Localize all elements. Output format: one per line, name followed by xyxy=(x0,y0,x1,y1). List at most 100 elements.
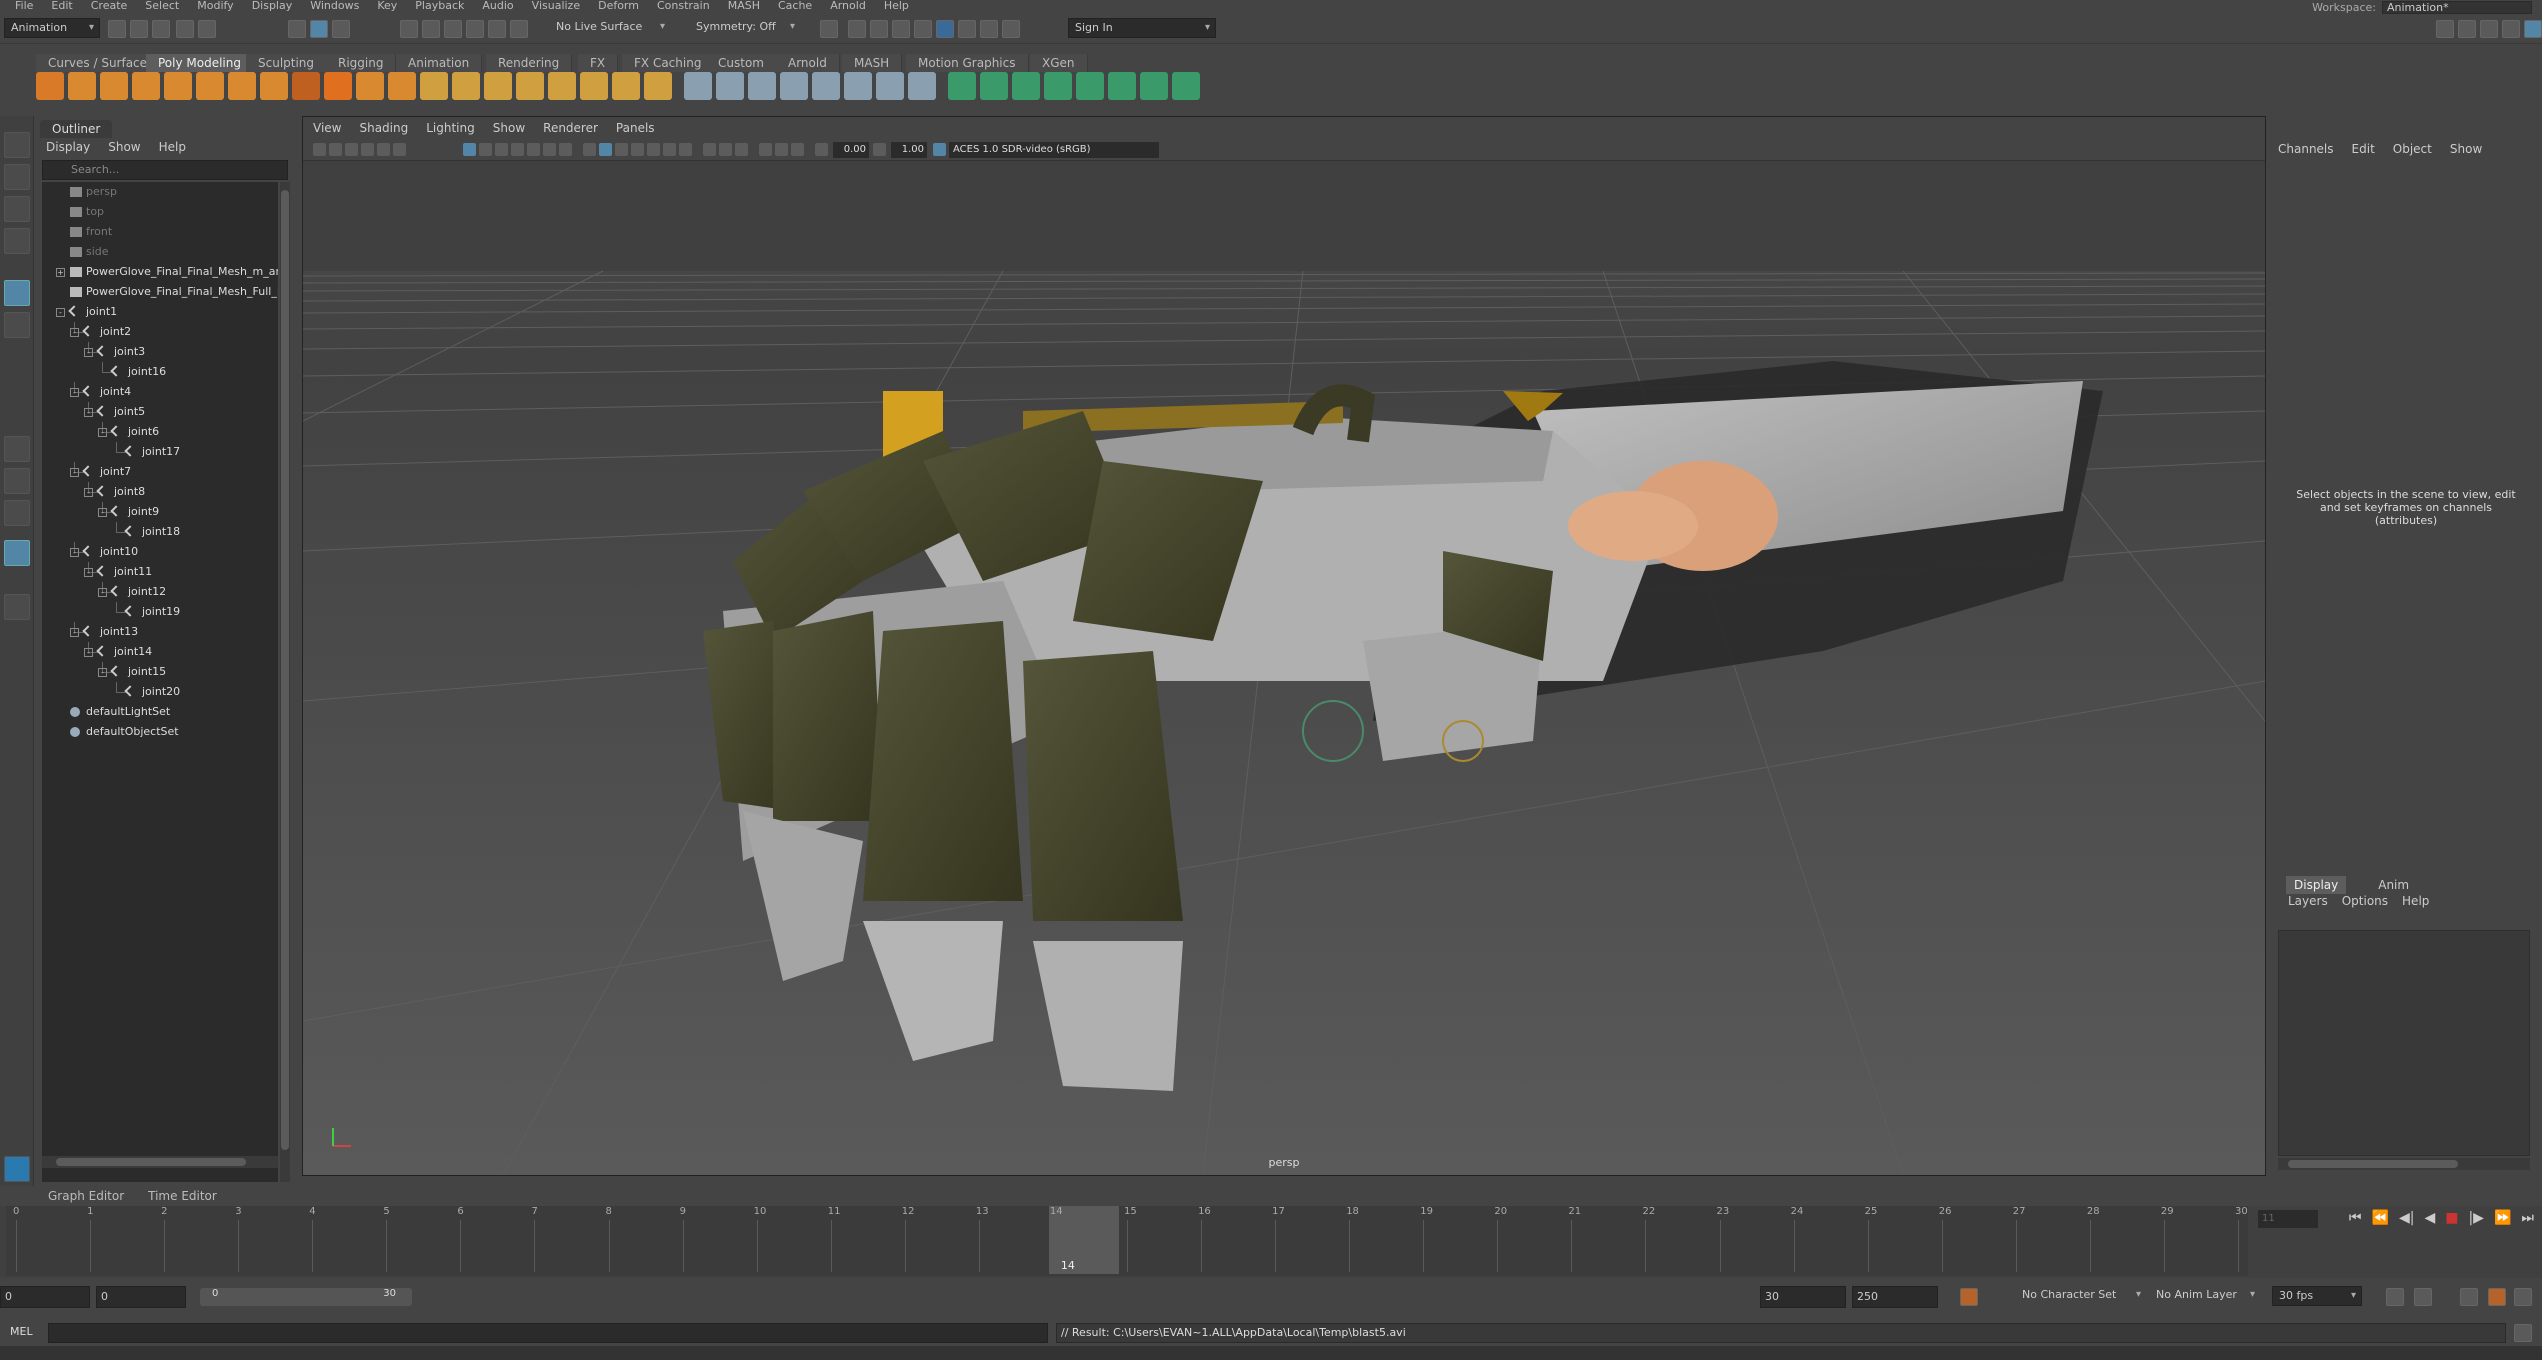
cut-sew-icon[interactable] xyxy=(1172,72,1200,100)
preferences-icon[interactable] xyxy=(2488,1288,2506,1306)
textured-icon[interactable] xyxy=(647,143,660,156)
menu-windows[interactable]: Windows xyxy=(301,0,368,14)
render-setup-icon[interactable] xyxy=(958,20,976,38)
go-to-end-icon[interactable]: ⏭ xyxy=(2521,1210,2534,1226)
outliner-item[interactable]: - joint4 xyxy=(42,382,278,402)
color-management-icon[interactable] xyxy=(933,143,946,156)
outliner-item[interactable]: - joint3 xyxy=(42,342,278,362)
hypershade-icon[interactable] xyxy=(936,20,954,38)
menu-help[interactable]: Help xyxy=(875,0,918,14)
sweep-mesh-icon[interactable] xyxy=(292,72,320,100)
outliner-item[interactable]: - joint7 xyxy=(42,462,278,482)
menuset-dropdown[interactable]: Animation xyxy=(4,18,100,38)
bookmark-icon[interactable] xyxy=(345,143,358,156)
offset-edge-loop-icon[interactable] xyxy=(844,72,872,100)
select-component-icon[interactable] xyxy=(332,20,350,38)
search-icon[interactable] xyxy=(4,594,30,620)
poly-type-icon[interactable] xyxy=(356,72,384,100)
outliner-item[interactable]: top xyxy=(42,202,278,222)
safe-action-icon[interactable] xyxy=(543,143,556,156)
viewport-menu-lighting[interactable]: Lighting xyxy=(426,117,475,139)
smooth-icon[interactable] xyxy=(484,72,512,100)
outliner-item[interactable]: - joint11 xyxy=(42,562,278,582)
expand-toggle-icon[interactable]: - xyxy=(70,328,79,337)
unfold-icon[interactable] xyxy=(1108,72,1136,100)
menu-cache[interactable]: Cache xyxy=(769,0,821,14)
snap-curve-icon[interactable] xyxy=(422,20,440,38)
channel-box-menu-show[interactable]: Show xyxy=(2450,142,2482,156)
expand-toggle-icon[interactable]: - xyxy=(84,348,93,357)
screen-space-ao-icon[interactable] xyxy=(703,143,716,156)
expand-toggle-icon[interactable]: - xyxy=(84,488,93,497)
select-object-icon[interactable] xyxy=(310,20,328,38)
single-pane-layout-icon[interactable] xyxy=(4,436,30,462)
live-surface-field[interactable]: No Live Surface xyxy=(550,18,670,38)
toggle-tool-settings-icon[interactable] xyxy=(2480,20,2498,38)
outliner-tab[interactable]: Outliner xyxy=(40,120,113,138)
expand-toggle-icon[interactable]: - xyxy=(98,428,107,437)
bevel-icon[interactable] xyxy=(580,72,608,100)
shelf-tab-animation[interactable]: Animation xyxy=(396,54,483,72)
outliner-item[interactable]: - joint8 xyxy=(42,482,278,502)
expand-toggle-icon[interactable]: + xyxy=(56,268,65,277)
circularize-icon[interactable] xyxy=(908,72,936,100)
step-forward-key-icon[interactable]: ⏩ xyxy=(2494,1210,2511,1226)
current-frame-field[interactable]: 11 xyxy=(2258,1210,2318,1228)
outliner-item[interactable]: + PowerGlove_Final_Final_Mesh_m_arm xyxy=(42,262,278,282)
expand-toggle-icon[interactable]: - xyxy=(56,308,65,317)
ipr-render-icon[interactable] xyxy=(892,20,910,38)
playback-end-field[interactable]: 30 xyxy=(1760,1286,1846,1308)
outliner-item[interactable]: - joint9 xyxy=(42,502,278,522)
shelf-tab-xgen[interactable]: XGen xyxy=(1030,54,1088,72)
expand-toggle-icon[interactable]: - xyxy=(70,388,79,397)
menu-select[interactable]: Select xyxy=(136,0,188,14)
poly-cylinder-icon[interactable] xyxy=(100,72,128,100)
timeline-ruler[interactable]: 14 0 1 2 3 4 5 6 7 8 9 10 11 12 13 14 15 16 17 18 19 20 21 22 23… xyxy=(6,1206,2248,1276)
workspace-selector[interactable]: Workspace: Animation* xyxy=(2312,0,2532,14)
outliner-item[interactable]: front xyxy=(42,222,278,242)
undo-icon[interactable] xyxy=(176,20,194,38)
menu-modify[interactable]: Modify xyxy=(188,0,242,14)
viewport-menu-panels[interactable]: Panels xyxy=(616,117,655,139)
outliner-item[interactable]: PowerGlove_Final_Final_Mesh_Full_M xyxy=(42,282,278,302)
tab-anim[interactable]: Anim xyxy=(2370,876,2417,894)
poly-sphere-icon[interactable] xyxy=(36,72,64,100)
shelf-tab-fx[interactable]: FX xyxy=(578,54,619,72)
outliner-item[interactable]: - joint2 xyxy=(42,322,278,342)
expand-toggle-icon[interactable]: - xyxy=(84,568,93,577)
spherical-map-icon[interactable] xyxy=(1076,72,1104,100)
render-frame-icon[interactable] xyxy=(848,20,866,38)
layout-icon[interactable] xyxy=(1140,72,1168,100)
use-all-lights-icon[interactable] xyxy=(663,143,676,156)
fill-hole-icon[interactable] xyxy=(644,72,672,100)
new-scene-icon[interactable] xyxy=(108,20,126,38)
outliner-item[interactable]: - joint12 xyxy=(42,582,278,602)
menu-edit[interactable]: Edit xyxy=(42,0,81,14)
xray-joints-icon[interactable] xyxy=(791,143,804,156)
outliner-item[interactable]: joint20 xyxy=(42,682,278,702)
snap-grid-icon[interactable] xyxy=(400,20,418,38)
snap-surface-icon[interactable] xyxy=(488,20,506,38)
render-sequence-icon[interactable] xyxy=(870,20,888,38)
outliner-item[interactable]: persp xyxy=(42,182,278,202)
snap-vertex-icon[interactable] xyxy=(510,20,528,38)
multi-cut-icon[interactable] xyxy=(684,72,712,100)
poly-cube-icon[interactable] xyxy=(68,72,96,100)
outliner-item[interactable]: - joint13 xyxy=(42,622,278,642)
outliner-item[interactable]: - joint15 xyxy=(42,662,278,682)
shelf-tab-sculpting[interactable]: Sculpting xyxy=(246,54,328,72)
menu-mash[interactable]: MASH xyxy=(719,0,769,14)
insert-edge-loop-icon[interactable] xyxy=(812,72,840,100)
tab-display[interactable]: Display xyxy=(2286,876,2347,894)
step-back-frame-icon[interactable]: ◀| xyxy=(2399,1210,2414,1226)
select-tool-icon[interactable] xyxy=(4,132,30,158)
shelf-tab-rigging[interactable]: Rigging xyxy=(326,54,397,72)
menu-options[interactable]: Options xyxy=(2342,894,2388,908)
character-set-dropdown[interactable]: No Character Set xyxy=(2016,1286,2146,1306)
scale-tool-icon[interactable] xyxy=(4,312,30,338)
snap-point-icon[interactable] xyxy=(444,20,462,38)
gate-mask-icon[interactable] xyxy=(511,143,524,156)
workspace-dropdown[interactable]: Animation* xyxy=(2382,0,2532,14)
shelf-tab-rendering[interactable]: Rendering xyxy=(486,54,573,72)
bridge-icon[interactable] xyxy=(516,72,544,100)
